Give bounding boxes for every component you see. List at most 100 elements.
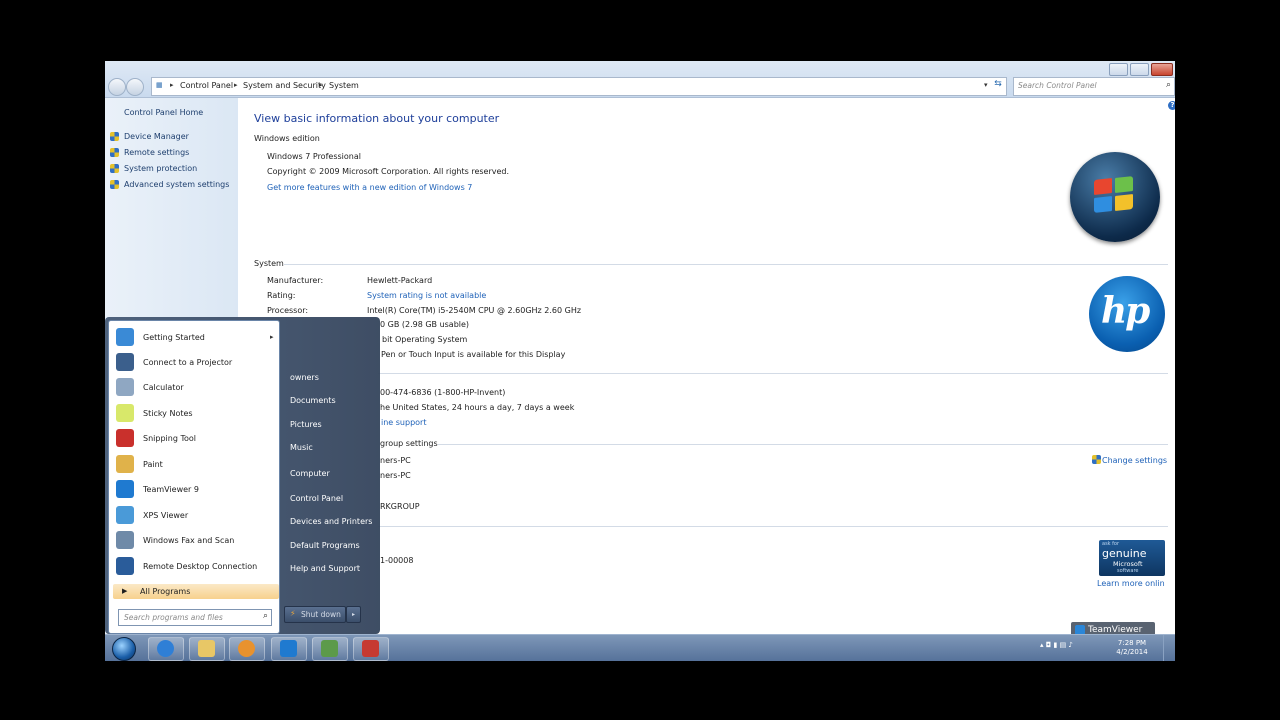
breadcrumb-separator-icon: ▸ bbox=[170, 81, 174, 89]
change-settings-link[interactable]: Change settings bbox=[1102, 456, 1167, 465]
refresh-icon[interactable]: ⇆ bbox=[990, 79, 1006, 93]
close-button[interactable] bbox=[1151, 63, 1173, 76]
computer-name-heading: group settings bbox=[380, 439, 438, 448]
program-calculator[interactable]: Calculator bbox=[113, 377, 273, 399]
program-snipping-tool[interactable]: Snipping Tool bbox=[113, 428, 273, 450]
place-devices-printers[interactable]: Devices and Printers bbox=[290, 517, 372, 526]
start-menu-programs-pane: Getting Started ▸ Connect to a Projector… bbox=[108, 320, 280, 634]
breadcrumb-system[interactable]: System bbox=[329, 81, 359, 90]
system-protection-link[interactable]: System protection bbox=[124, 164, 197, 173]
shutdown-options-arrow-icon[interactable]: ▸ bbox=[346, 606, 361, 623]
program-connect-projector[interactable]: Connect to a Projector bbox=[113, 352, 273, 374]
search-icon[interactable]: ⌕ bbox=[1166, 80, 1171, 90]
back-button[interactable] bbox=[108, 78, 126, 96]
start-search-input[interactable]: Search programs and files ⌕ bbox=[118, 609, 272, 626]
place-owners[interactable]: owners bbox=[290, 373, 319, 382]
program-label: Getting Started bbox=[143, 333, 205, 342]
maximize-button[interactable] bbox=[1130, 63, 1149, 76]
program-label: Calculator bbox=[143, 383, 184, 392]
shield-icon bbox=[110, 164, 119, 173]
breadcrumb-separator-icon: ▸ bbox=[319, 81, 323, 89]
start-button[interactable] bbox=[112, 637, 136, 661]
clock-date: 4/2/2014 bbox=[1116, 648, 1148, 656]
divider bbox=[378, 373, 1168, 374]
forward-button[interactable] bbox=[126, 78, 144, 96]
shield-icon bbox=[1092, 455, 1101, 464]
divider bbox=[378, 526, 1168, 527]
manufacturer-value: Hewlett-Packard bbox=[367, 276, 433, 285]
advanced-system-settings-link[interactable]: Advanced system settings bbox=[124, 180, 229, 189]
program-remote-desktop[interactable]: Remote Desktop Connection bbox=[113, 556, 273, 578]
place-default-programs[interactable]: Default Programs bbox=[290, 541, 360, 550]
shield-icon bbox=[110, 180, 119, 189]
breadcrumb-separator-icon: ▸ bbox=[234, 81, 238, 89]
place-music[interactable]: Music bbox=[290, 443, 313, 452]
program-label: TeamViewer 9 bbox=[143, 485, 199, 494]
workgroup-value: RKGROUP bbox=[380, 502, 420, 511]
support-hours: he United States, 24 hours a day, 7 days… bbox=[380, 403, 575, 412]
remote-desktop-icon bbox=[116, 557, 134, 575]
taskbar-app-media-player[interactable] bbox=[229, 637, 265, 661]
place-pictures[interactable]: Pictures bbox=[290, 420, 322, 429]
all-programs-arrow-icon: ▶ bbox=[122, 587, 128, 595]
taskbar-app-teamviewer[interactable] bbox=[271, 637, 307, 661]
tray-icons[interactable]: ▴ ◘ ▮ ▤ ♪ bbox=[1040, 641, 1073, 649]
program-fax-scan[interactable]: Windows Fax and Scan bbox=[113, 530, 273, 552]
processor-label: Processor: bbox=[267, 306, 309, 315]
rating-link[interactable]: System rating is not available bbox=[367, 291, 486, 300]
place-computer[interactable]: Computer bbox=[290, 469, 330, 478]
remote-settings-link[interactable]: Remote settings bbox=[124, 148, 189, 157]
projector-icon bbox=[116, 353, 134, 371]
program-label: Sticky Notes bbox=[143, 409, 193, 418]
taskbar-app-control-panel[interactable] bbox=[312, 637, 348, 661]
upgrade-link[interactable]: Get more features with a new edition of … bbox=[267, 183, 472, 192]
media-player-icon bbox=[238, 640, 255, 657]
teamviewer-icon bbox=[116, 480, 134, 498]
paint-icon bbox=[116, 455, 134, 473]
minimize-button[interactable] bbox=[1109, 63, 1128, 76]
program-sticky-notes[interactable]: Sticky Notes bbox=[113, 403, 273, 425]
submenu-arrow-icon[interactable]: ▸ bbox=[270, 333, 274, 341]
all-programs-button[interactable]: ▶ All Programs bbox=[113, 584, 279, 599]
breadcrumb-system-security[interactable]: System and Security bbox=[243, 81, 326, 90]
device-manager-link[interactable]: Device Manager bbox=[124, 132, 189, 141]
manufacturer-label: Manufacturer: bbox=[267, 276, 324, 285]
program-teamviewer[interactable]: TeamViewer 9 bbox=[113, 479, 273, 501]
xps-viewer-icon bbox=[116, 506, 134, 524]
copyright-text: Copyright © 2009 Microsoft Corporation. … bbox=[267, 167, 510, 176]
system-heading: System bbox=[254, 259, 284, 268]
shutdown-button[interactable]: ⚡ Shut down bbox=[284, 606, 346, 623]
clock-time: 7:28 PM bbox=[1117, 639, 1147, 647]
all-programs-label: All Programs bbox=[140, 587, 191, 596]
taskbar-app-ie[interactable] bbox=[148, 637, 184, 661]
genuine-microsoft-badge[interactable]: ask for genuine Microsoft software bbox=[1099, 540, 1165, 576]
rating-label: Rating: bbox=[267, 291, 296, 300]
program-getting-started[interactable]: Getting Started ▸ bbox=[113, 327, 274, 349]
show-desktop-button[interactable] bbox=[1163, 635, 1176, 661]
place-control-panel[interactable]: Control Panel bbox=[290, 494, 343, 503]
breadcrumb-control-panel[interactable]: Control Panel bbox=[180, 81, 233, 90]
search-box[interactable]: Search Control Panel ⌕ bbox=[1013, 77, 1175, 96]
pen-touch-value: Pen or Touch Input is available for this… bbox=[381, 350, 566, 359]
place-documents[interactable]: Documents bbox=[290, 396, 336, 405]
taskbar-app-explorer[interactable] bbox=[189, 637, 225, 661]
title-bar: ▦ ▸ Control Panel ▸ System and Security … bbox=[105, 61, 1175, 98]
program-label: XPS Viewer bbox=[143, 511, 189, 520]
taskbar-app-briefcase[interactable] bbox=[353, 637, 389, 661]
search-icon[interactable]: ⌕ bbox=[263, 611, 268, 621]
shield-icon bbox=[110, 148, 119, 157]
program-xps-viewer[interactable]: XPS Viewer bbox=[113, 505, 273, 527]
shield-icon bbox=[110, 132, 119, 141]
clock[interactable]: 7:28 PM 4/2/2014 bbox=[1110, 639, 1154, 657]
address-dropdown-icon[interactable]: ▾ bbox=[984, 81, 988, 89]
control-panel-home-link[interactable]: Control Panel Home bbox=[124, 108, 203, 117]
control-panel-icon: ▦ bbox=[156, 81, 163, 89]
learn-more-link[interactable]: Learn more onlin bbox=[1097, 579, 1165, 588]
program-paint[interactable]: Paint bbox=[113, 454, 273, 476]
online-support-link[interactable]: ine support bbox=[381, 418, 426, 427]
program-label: Paint bbox=[143, 460, 163, 469]
folder-icon bbox=[198, 640, 215, 657]
place-help-support[interactable]: Help and Support bbox=[290, 564, 360, 573]
fax-scan-icon bbox=[116, 531, 134, 549]
address-bar[interactable]: ▦ ▸ Control Panel ▸ System and Security … bbox=[151, 77, 1007, 96]
